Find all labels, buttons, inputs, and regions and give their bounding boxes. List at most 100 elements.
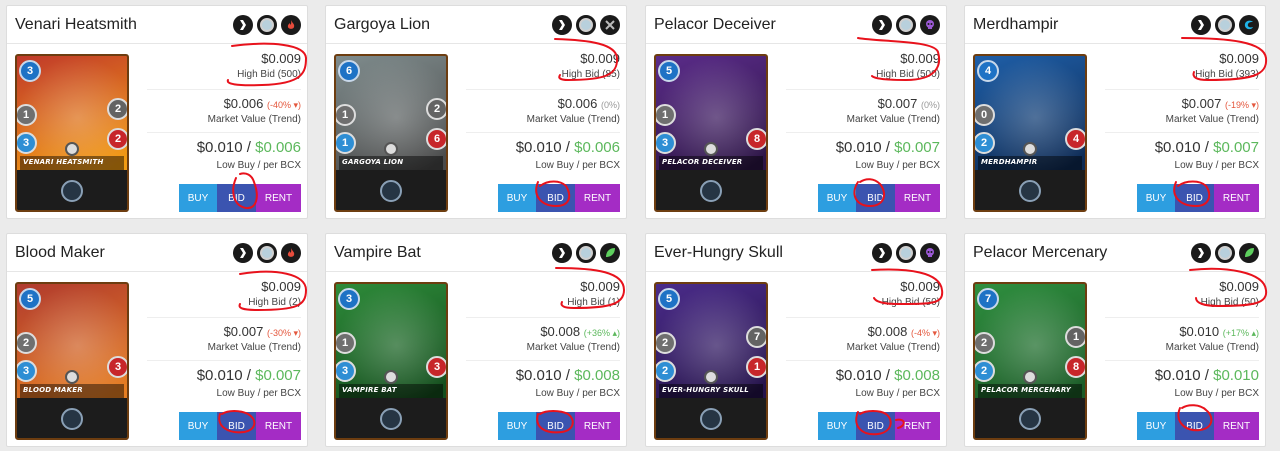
rarity-icon xyxy=(1215,15,1235,35)
card-listing[interactable]: Blood Maker 5 2 3 3 Blood Maker $0.009 H… xyxy=(6,233,308,447)
card-art[interactable]: 4 0 2 4 Merdhampir xyxy=(973,54,1087,212)
speed-stat-badge: 2 xyxy=(975,360,995,382)
card-art[interactable]: 6 1 1 2 6 Gargoya Lion xyxy=(334,54,448,212)
bid-button[interactable]: BID xyxy=(536,184,575,212)
card-art[interactable]: 7 2 2 1 8 Pelacor Mercenary xyxy=(973,282,1087,440)
card-listing[interactable]: Venari Heatsmith 3 1 3 2 2 Venari Heatsm… xyxy=(6,5,308,219)
bid-button[interactable]: BID xyxy=(856,412,895,440)
high-bid-label: High Bid (2) xyxy=(248,297,301,308)
bid-button[interactable]: BID xyxy=(1175,412,1214,440)
card-listing[interactable]: Vampire Bat 3 1 3 3 Vampire Bat $0.009 H… xyxy=(325,233,627,447)
attack-stat-badge: 2 xyxy=(975,332,995,354)
buy-button[interactable]: BUY xyxy=(498,184,536,212)
buy-button[interactable]: BUY xyxy=(498,412,536,440)
card-listing[interactable]: Merdhampir 4 0 2 4 Merdhampir $0.009 Hig… xyxy=(964,5,1266,219)
card-title[interactable]: Pelacor Mercenary xyxy=(973,244,1107,262)
market-value: $0.006 (-40% ▾) xyxy=(224,96,301,111)
low-buy-label: Low Buy / per BCX xyxy=(535,388,620,399)
card-art[interactable]: 5 2 2 7 1 Ever-Hungry Skull xyxy=(654,282,768,440)
edition-icon xyxy=(233,243,253,263)
rarity-icon xyxy=(896,243,916,263)
high-bid-price: $0.009 xyxy=(1219,279,1259,294)
market-label: Market Value (Trend) xyxy=(526,114,620,125)
mana-cost-badge: 6 xyxy=(338,60,360,82)
high-bid-label: High Bid (1) xyxy=(567,297,620,308)
card-art[interactable]: 5 2 3 3 Blood Maker xyxy=(15,282,129,440)
card-icons xyxy=(872,15,940,35)
market-value: $0.008 (+36% ▴) xyxy=(540,324,620,339)
low-buy-price: $0.010 / $0.010 xyxy=(1155,367,1259,384)
rent-button[interactable]: RENT xyxy=(256,184,301,212)
card-art[interactable]: 3 1 3 3 Vampire Bat xyxy=(334,282,448,440)
high-bid-label: High Bid (500) xyxy=(876,69,940,80)
action-buttons: BUY BID RENT xyxy=(498,412,620,440)
rent-button[interactable]: RENT xyxy=(895,412,940,440)
card-art[interactable]: 5 1 3 8 Pelacor Deceiver xyxy=(654,54,768,212)
card-listing[interactable]: Ever-Hungry Skull 5 2 2 7 1 Ever-Hungry … xyxy=(645,233,947,447)
per-bcx-value: $0.008 xyxy=(574,367,620,384)
high-bid-label: High Bid (500) xyxy=(237,69,301,80)
rent-button[interactable]: RENT xyxy=(895,184,940,212)
bid-button[interactable]: BID xyxy=(536,412,575,440)
speed-stat-badge: 2 xyxy=(656,360,676,382)
low-buy-price: $0.010 / $0.007 xyxy=(836,139,940,156)
bid-button[interactable]: BID xyxy=(217,184,256,212)
buy-button[interactable]: BUY xyxy=(1137,184,1175,212)
card-icons xyxy=(1191,15,1259,35)
health-stat-badge: 8 xyxy=(1065,356,1085,378)
card-art[interactable]: 3 1 3 2 2 Venari Heatsmith xyxy=(15,54,129,212)
card-listing[interactable]: Pelacor Deceiver 5 1 3 8 Pelacor Deceive… xyxy=(645,5,947,219)
card-listing[interactable]: Pelacor Mercenary 7 2 2 1 8 Pelacor Merc… xyxy=(964,233,1266,447)
health-stat-badge: 1 xyxy=(746,356,766,378)
bid-button[interactable]: BID xyxy=(217,412,256,440)
card-header: Ever-Hungry Skull xyxy=(646,234,946,272)
rarity-icon xyxy=(257,15,277,35)
per-bcx-value: $0.006 xyxy=(255,139,301,156)
low-buy-value: $0.010 xyxy=(515,367,562,384)
low-buy-label: Low Buy / per BCX xyxy=(216,160,301,171)
card-listing[interactable]: Gargoya Lion 6 1 1 2 6 Gargoya Lion $0.0… xyxy=(325,5,627,219)
market-change: (-40% ▾) xyxy=(266,100,301,110)
card-title[interactable]: Venari Heatsmith xyxy=(15,16,137,34)
low-buy-price: $0.010 / $0.007 xyxy=(197,367,301,384)
buy-button[interactable]: BUY xyxy=(818,412,856,440)
market-price: $0.010 xyxy=(1179,324,1220,339)
attack-stat-badge: 1 xyxy=(656,104,676,126)
divider xyxy=(466,317,620,318)
bid-button[interactable]: BID xyxy=(1175,184,1214,212)
buy-button[interactable]: BUY xyxy=(818,184,856,212)
card-title[interactable]: Vampire Bat xyxy=(334,244,421,262)
card-art-name: Ever-Hungry Skull xyxy=(662,386,749,394)
buy-button[interactable]: BUY xyxy=(179,412,217,440)
buy-button[interactable]: BUY xyxy=(179,184,217,212)
divider xyxy=(147,317,301,318)
rarity-icon xyxy=(576,15,596,35)
market-price: $0.007 xyxy=(877,96,918,111)
market-change: (0%) xyxy=(920,100,940,110)
edition-icon xyxy=(552,15,572,35)
attack-stat-badge: 1 xyxy=(336,104,356,126)
rent-button[interactable]: RENT xyxy=(575,184,620,212)
per-bcx-value: $0.010 xyxy=(1213,367,1259,384)
card-title[interactable]: Merdhampir xyxy=(973,16,1058,34)
card-title[interactable]: Blood Maker xyxy=(15,244,105,262)
card-icons xyxy=(552,15,620,35)
card-gem-icon xyxy=(380,180,402,202)
rent-button[interactable]: RENT xyxy=(575,412,620,440)
attack-stat-badge: 0 xyxy=(975,104,995,126)
price-slash: / xyxy=(885,139,890,156)
card-title[interactable]: Pelacor Deceiver xyxy=(654,16,776,34)
card-title[interactable]: Gargoya Lion xyxy=(334,16,430,34)
ability-orb xyxy=(1023,370,1037,384)
rent-button[interactable]: RENT xyxy=(256,412,301,440)
card-header: Gargoya Lion xyxy=(326,6,626,44)
attack-stat-badge: 1 xyxy=(17,104,37,126)
rent-button[interactable]: RENT xyxy=(1214,184,1259,212)
buy-button[interactable]: BUY xyxy=(1137,412,1175,440)
card-title[interactable]: Ever-Hungry Skull xyxy=(654,244,783,262)
rent-button[interactable]: RENT xyxy=(1214,412,1259,440)
bid-button[interactable]: BID xyxy=(856,184,895,212)
mana-cost-badge: 3 xyxy=(19,60,41,82)
divider xyxy=(147,360,301,361)
per-bcx-value: $0.007 xyxy=(894,139,940,156)
